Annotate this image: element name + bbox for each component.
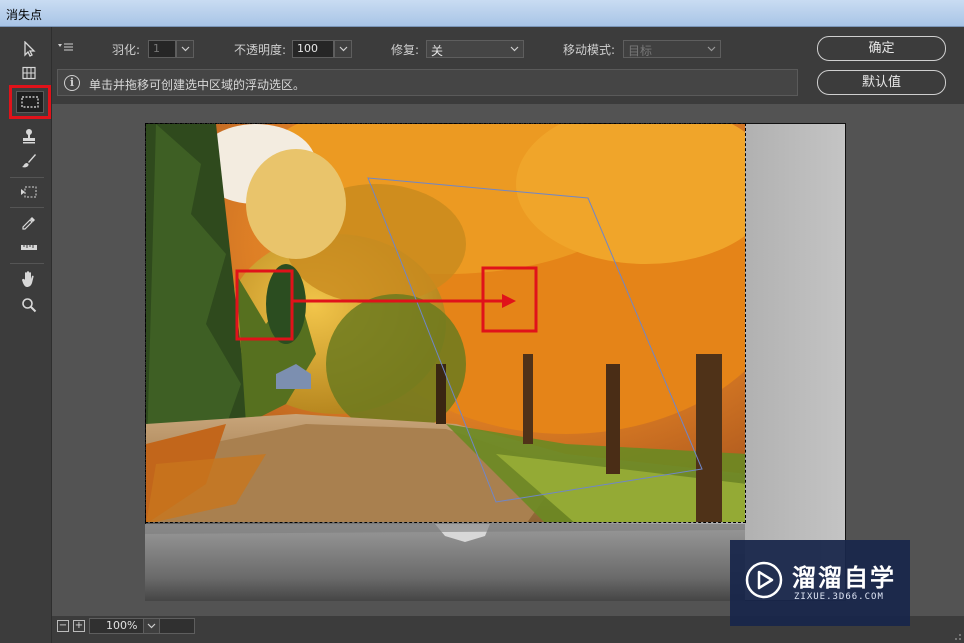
zoom-field[interactable]: 100% <box>89 618 195 634</box>
brush-icon <box>22 154 36 168</box>
transform-icon <box>21 186 37 198</box>
move-mode-value: 目标 <box>628 44 653 58</box>
eyedropper-tool[interactable] <box>14 211 44 235</box>
opacity-dropdown[interactable] <box>334 40 352 58</box>
opacity-input[interactable]: 100 <box>292 40 334 58</box>
feather-dropdown[interactable] <box>176 40 194 58</box>
menu-icon[interactable] <box>58 41 76 55</box>
source-selection-marker <box>235 269 294 341</box>
options-bar: 羽化: 1 不透明度: 100 修复: 关 移动模式: 目标 <box>52 27 816 67</box>
stamp-icon <box>23 129 35 144</box>
play-logo-icon <box>745 561 783 599</box>
move-mode-select[interactable]: 目标 <box>623 40 721 58</box>
zoom-icon <box>22 298 37 313</box>
hand-tool[interactable] <box>14 267 44 291</box>
chevron-down-icon <box>510 46 519 52</box>
info-icon: i <box>64 75 80 91</box>
watermark-url: ZIXUE.3D66.COM <box>794 592 884 602</box>
grid-icon <box>22 66 36 80</box>
zoom-dropdown[interactable] <box>143 618 160 634</box>
zoom-tool[interactable] <box>14 293 44 317</box>
chevron-down-icon <box>707 46 716 52</box>
tool-panel <box>0 27 52 643</box>
chevron-down-icon <box>181 46 189 52</box>
marquee-tool[interactable] <box>9 85 51 119</box>
brush-tool[interactable] <box>14 149 44 173</box>
ruler-icon <box>21 245 37 250</box>
measure-tool[interactable] <box>14 235 44 259</box>
hand-icon <box>22 271 34 287</box>
transform-tool[interactable] <box>14 180 44 204</box>
drag-arrow-head <box>502 294 516 308</box>
zoom-out-button[interactable]: − <box>57 620 69 632</box>
edit-plane-tool[interactable] <box>14 37 44 61</box>
chevron-down-icon <box>147 623 156 629</box>
arrow-icon <box>24 41 36 57</box>
heal-value: 关 <box>431 44 444 58</box>
move-mode-label: 移动模式: <box>563 43 616 57</box>
feather-input[interactable]: 1 <box>148 40 176 58</box>
feather-label: 羽化: <box>112 43 141 57</box>
opacity-label: 不透明度: <box>234 43 287 57</box>
default-button[interactable]: 默认值 <box>817 70 946 95</box>
marquee-icon <box>21 96 39 108</box>
heal-label: 修复: <box>391 43 420 57</box>
watermark: 溜溜自学 ZIXUE.3D66.COM <box>730 540 910 626</box>
heal-select[interactable]: 关 <box>426 40 524 58</box>
window-title: 消失点 <box>6 8 43 22</box>
watermark-name: 溜溜自学 <box>792 564 896 592</box>
perspective-plane <box>367 177 703 503</box>
info-text: 单击并拖移可创建选中区域的浮动选区。 <box>89 78 306 92</box>
chevron-down-icon <box>339 46 347 52</box>
create-plane-tool[interactable] <box>14 61 44 85</box>
ok-button[interactable]: 确定 <box>817 36 946 61</box>
eyedropper-icon <box>22 217 35 230</box>
zoom-in-button[interactable]: + <box>73 620 85 632</box>
stamp-tool[interactable] <box>14 124 44 148</box>
info-bar: i 单击并拖移可创建选中区域的浮动选区。 <box>57 69 798 96</box>
resize-grip-icon[interactable] <box>950 629 962 641</box>
title-bar: 消失点 <box>0 0 964 27</box>
